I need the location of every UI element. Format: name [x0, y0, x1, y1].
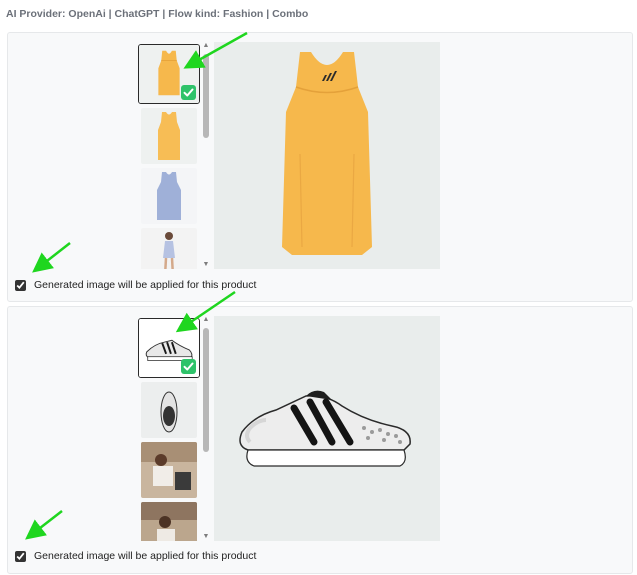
thumbnail-dress-model[interactable] [141, 228, 197, 269]
selected-check-badge [181, 359, 196, 374]
sneaker-preview-image [214, 316, 440, 541]
apply-generated-image-checkbox[interactable] [15, 279, 26, 291]
thumbnail-sneaker-top[interactable] [141, 382, 197, 438]
thumbnail-list[interactable] [138, 316, 200, 541]
scrollbar-thumb[interactable] [203, 328, 209, 452]
apply-generated-image-label: Generated image will be applied for this… [34, 550, 257, 562]
sneaker-top-image [141, 382, 197, 438]
thumbnail-list[interactable] [138, 42, 200, 269]
product-card-dress: ▲ ▼ Generated image will be applied for … [7, 32, 633, 302]
thumbnail-dress-back[interactable] [141, 108, 197, 164]
dress-model-image [141, 228, 197, 269]
dress-blue-image [141, 168, 197, 224]
thumbnail-dress-blue[interactable] [141, 168, 197, 224]
thumbnail-sneaker-side-selected[interactable] [138, 318, 200, 378]
thumbnail-dress-front-selected[interactable] [138, 44, 200, 104]
scroll-up-icon[interactable]: ▲ [202, 316, 210, 324]
scroll-up-icon[interactable]: ▲ [202, 42, 210, 50]
checkmark-icon [183, 362, 194, 371]
selected-check-badge [181, 85, 196, 100]
thumbnail-lifestyle-2[interactable] [141, 502, 197, 541]
product-preview-sneaker [214, 316, 440, 541]
lifestyle-photo-2-image [141, 502, 197, 541]
thumbnail-lifestyle-1[interactable] [141, 442, 197, 498]
checkmark-icon [183, 88, 194, 97]
thumbnail-scrollbar[interactable]: ▲ ▼ [201, 316, 211, 541]
product-preview-dress [214, 42, 440, 269]
apply-generated-image-label: Generated image will be applied for this… [34, 279, 257, 291]
dress-yellow-back-image [141, 108, 197, 164]
thumbnail-scrollbar[interactable]: ▲ ▼ [201, 42, 211, 269]
dress-preview-image [214, 42, 440, 269]
scroll-down-icon[interactable]: ▼ [202, 533, 210, 541]
apply-generated-image-option[interactable]: Generated image will be applied for this… [15, 279, 256, 291]
scrollbar-thumb[interactable] [203, 54, 209, 138]
apply-generated-image-checkbox[interactable] [15, 550, 26, 562]
scroll-down-icon[interactable]: ▼ [202, 261, 210, 269]
page-header: AI Provider: OpenAi | ChatGPT | Flow kin… [6, 8, 309, 20]
lifestyle-photo-1-image [141, 442, 197, 498]
product-card-sneaker: ▲ ▼ Generated image will be applied for … [7, 306, 633, 574]
apply-generated-image-option[interactable]: Generated image will be applied for this… [15, 550, 256, 562]
